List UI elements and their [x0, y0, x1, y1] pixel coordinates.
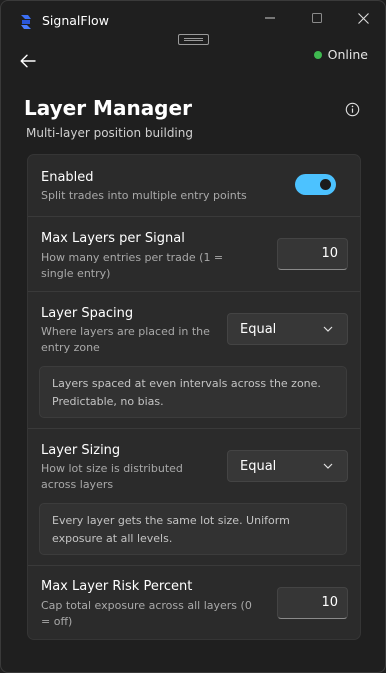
app-title: SignalFlow — [42, 13, 109, 28]
info-icon[interactable] — [345, 102, 360, 117]
setting-description: Split trades into multiple entry points — [41, 189, 247, 202]
minimize-icon — [265, 17, 275, 19]
app-logo-icon — [21, 15, 31, 29]
page-title: Layer Manager — [24, 96, 192, 120]
status-label: Online — [327, 47, 368, 62]
setting-title: Layer Spacing — [41, 306, 134, 321]
setting-row-layer-spacing: Layer Spacing Where layers are placed in… — [28, 292, 360, 429]
drag-handle-icon[interactable] — [178, 34, 209, 45]
setting-title: Max Layers per Signal — [41, 231, 185, 246]
maximize-icon — [312, 13, 322, 23]
back-button[interactable] — [15, 49, 41, 73]
layer-sizing-dropdown[interactable]: Equal — [227, 450, 348, 482]
maximize-button[interactable] — [302, 6, 332, 30]
title-bar[interactable]: SignalFlow — [1, 1, 385, 45]
close-button[interactable] — [348, 6, 378, 30]
enabled-toggle[interactable] — [295, 174, 336, 195]
setting-row-layer-sizing: Layer Sizing How lot size is distributed… — [28, 429, 360, 566]
connection-status: Online — [313, 47, 368, 62]
setting-description: Cap total exposure across all layers (0 … — [41, 599, 252, 628]
page-subtitle: Multi-layer position building — [26, 126, 193, 140]
minimize-button[interactable] — [255, 6, 285, 30]
setting-description: How many entries per trade (1 = single e… — [41, 251, 224, 280]
dropdown-value: Equal — [240, 321, 277, 337]
setting-row-max-layers: Max Layers per Signal How many entries p… — [28, 217, 360, 292]
setting-row-enabled: Enabled Split trades into multiple entry… — [28, 155, 360, 217]
max-risk-input[interactable]: 10 — [277, 587, 348, 619]
toggle-knob — [320, 179, 331, 190]
layer-spacing-info: Layers spaced at even intervals across t… — [39, 366, 347, 418]
dropdown-value: Equal — [240, 458, 277, 474]
setting-row-max-risk: Max Layer Risk Percent Cap total exposur… — [28, 566, 360, 641]
layer-spacing-dropdown[interactable]: Equal — [227, 313, 348, 345]
arrow-left-icon — [20, 54, 36, 68]
settings-card: Enabled Split trades into multiple entry… — [27, 154, 361, 640]
status-dot-icon — [313, 50, 322, 59]
setting-description: Where layers are placed in the entry zon… — [41, 325, 210, 354]
app-window: SignalFlow Online Layer Manager Multi-la… — [0, 0, 386, 673]
close-icon — [357, 12, 369, 24]
setting-description: How lot size is distributed across layer… — [41, 462, 183, 491]
chevron-down-icon — [323, 463, 333, 469]
max-layers-input[interactable]: 10 — [277, 238, 348, 270]
layer-sizing-info: Every layer gets the same lot size. Unif… — [39, 503, 347, 555]
setting-title: Enabled — [41, 170, 94, 185]
chevron-down-icon — [323, 326, 333, 332]
setting-title: Max Layer Risk Percent — [41, 579, 193, 594]
setting-title: Layer Sizing — [41, 443, 121, 458]
